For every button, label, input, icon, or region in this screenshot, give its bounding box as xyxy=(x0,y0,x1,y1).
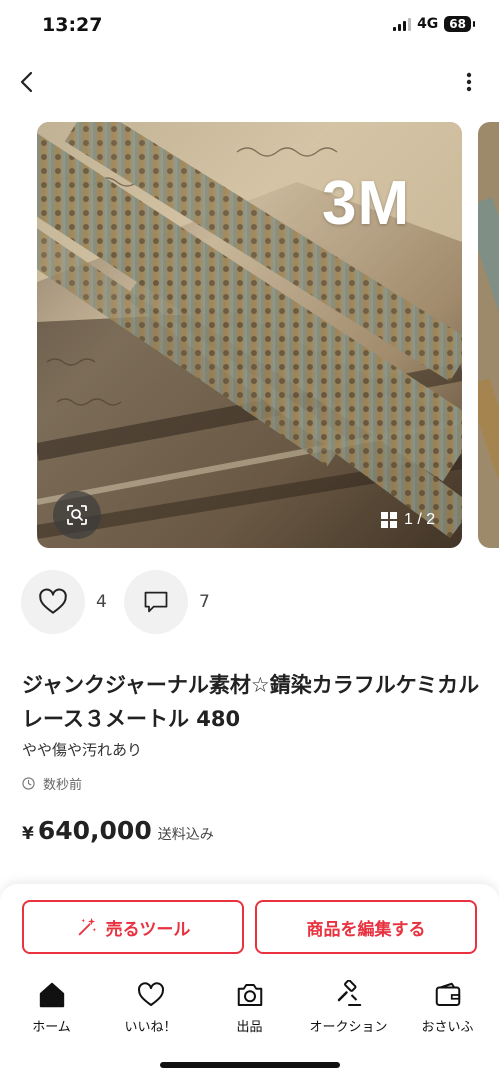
home-icon xyxy=(39,982,64,1008)
network-type: 4G xyxy=(417,16,439,32)
heart-icon xyxy=(39,588,67,614)
item-title: ジャンクジャーナル素材☆錆染カラフルケミカルレース３メートル 480 xyxy=(22,673,480,731)
photo-counter: 1 / 2 xyxy=(380,506,435,534)
status-time: 13:27 xyxy=(42,14,103,36)
heart-icon xyxy=(137,982,164,1006)
photo-overlay-text: 3M xyxy=(322,169,411,238)
posted-time: 数秒前 xyxy=(22,774,82,793)
clock-icon xyxy=(22,777,35,790)
tab-sell-label: 出品 xyxy=(236,1020,263,1035)
tab-likes-label: いいね！ xyxy=(124,1020,177,1035)
sell-tool-label: 売るツール xyxy=(105,919,191,940)
grid-icon xyxy=(381,512,397,528)
image-search-button[interactable] xyxy=(53,491,101,539)
tab-wallet[interactable]: おさいふ xyxy=(398,980,497,1035)
magic-wand-icon xyxy=(78,917,96,936)
tab-likes[interactable]: いいね！ xyxy=(101,980,200,1035)
home-indicator xyxy=(160,1062,340,1068)
item-price: 640,000 xyxy=(37,816,152,845)
battery-icon: 68 xyxy=(444,16,475,32)
chevron-left-icon[interactable] xyxy=(16,70,40,94)
currency-symbol: ¥ xyxy=(22,824,34,844)
tab-wallet-label: おさいふ xyxy=(421,1020,474,1035)
edit-item-label: 商品を編集する xyxy=(306,919,426,940)
price-row: ¥ 640,000 送料込み xyxy=(22,816,214,845)
like-count: 4 xyxy=(96,592,107,612)
next-photo-preview[interactable] xyxy=(478,122,499,548)
gavel-icon xyxy=(337,980,361,1006)
item-condition: やや傷や汚れあり xyxy=(22,741,143,759)
camera-icon xyxy=(237,984,262,1006)
like-button[interactable] xyxy=(21,570,85,634)
tab-home-label: ホーム xyxy=(32,1020,71,1035)
lace-photo-preview-image xyxy=(478,122,499,548)
signal-icon xyxy=(393,17,412,31)
image-search-icon xyxy=(67,505,87,525)
shipping-label: 送料込み xyxy=(157,827,214,843)
comment-count: 7 xyxy=(199,592,210,612)
posted-time-text: 数秒前 xyxy=(43,778,83,793)
wallet-icon xyxy=(435,982,460,1006)
tab-auction-label: オークション xyxy=(309,1020,388,1035)
tab-home[interactable]: ホーム xyxy=(2,980,101,1035)
status-bar: 13:27 4G 68 xyxy=(0,0,499,56)
more-vertical-icon[interactable] xyxy=(465,70,473,94)
edit-item-button[interactable]: 商品を編集する xyxy=(255,900,477,954)
tab-auction[interactable]: オークション xyxy=(299,980,398,1035)
sell-tool-button[interactable]: 売るツール xyxy=(22,900,244,954)
status-indicators: 4G 68 xyxy=(393,16,475,32)
tab-sell[interactable]: 出品 xyxy=(200,980,299,1035)
photo-counter-text: 1 / 2 xyxy=(404,511,436,528)
comment-icon xyxy=(144,591,168,613)
comment-button[interactable] xyxy=(124,570,188,634)
